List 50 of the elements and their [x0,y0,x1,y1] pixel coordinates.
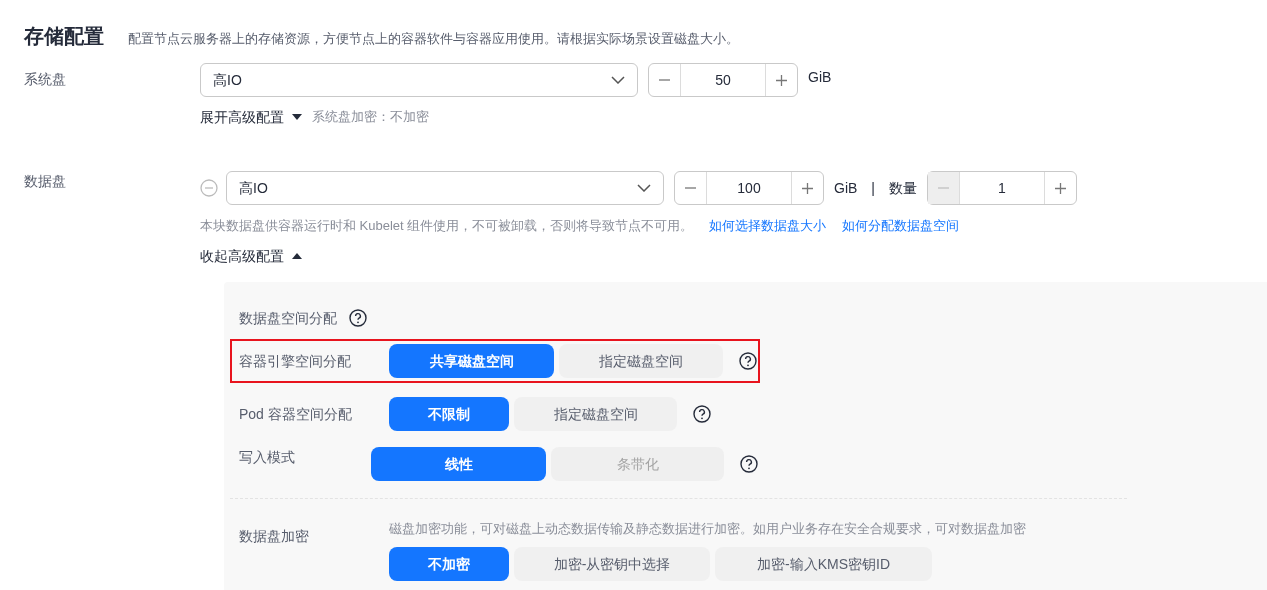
minus-icon [685,187,696,189]
minus-icon [659,79,670,81]
section-title: 存储配置 [24,24,104,49]
count-label: 数量 [889,179,917,198]
stepper-value: 100 [736,179,762,198]
field-label: 数据盘加密 [239,526,310,546]
advanced-toggle[interactable]: 收起高级配置 [200,245,1077,266]
encryption-note: 系统盘加密：不加密 [312,108,429,127]
separator: | [870,179,876,198]
help-icon[interactable] [693,404,711,423]
number-stepper[interactable]: 1 [927,171,1077,205]
number-stepper[interactable]: 100 [674,171,824,205]
plus-icon [776,74,787,86]
option-button[interactable]: 线性 [371,446,546,481]
plus-icon [1055,182,1066,194]
caret-up-icon [292,252,302,259]
option-button[interactable]: 加密-从密钥中选择 [514,547,710,581]
field-label: Pod 容器空间分配 [239,404,353,424]
advanced-toggle[interactable]: 展开高级配置 [200,107,302,127]
help-icon[interactable] [349,308,367,327]
field-label: 数据盘空间分配 [239,308,337,328]
help-icon[interactable] [739,351,757,370]
option-button[interactable]: 不限制 [389,396,509,431]
encryption-description: 磁盘加密功能，可对磁盘上动态数据传输及静态数据进行加密。如用户业务存在安全合规要求，可对数据盘加密 [389,519,1026,538]
chevron-down-icon [611,76,625,84]
field-label: 系统盘 [23,70,67,89]
field-label: 写入模式 [239,447,296,467]
remove-circle-icon[interactable] [200,179,218,197]
option-button[interactable]: 不加密 [389,547,509,581]
number-stepper[interactable]: 50 [648,63,798,97]
field-label: 容器引擎空间分配 [239,351,352,371]
disk-type-select[interactable]: 高IO [200,63,638,97]
stepper-value: 1 [997,179,1007,198]
section-description: 配置节点云服务器上的存储资源，方便节点上的容器软件与容器应用使用。请根据实际场景设置磁盘大小。 [128,30,739,48]
help-link[interactable]: 如何选择数据盘大小 [709,216,827,236]
disk-type-select[interactable]: 高IO [226,171,664,205]
option-button[interactable]: 指定磁盘空间 [559,343,723,378]
unit-label: GiB [808,68,832,87]
chevron-down-icon [637,184,651,192]
option-button[interactable]: 共享磁盘空间 [389,343,554,378]
option-button[interactable]: 指定磁盘空间 [514,396,677,431]
stepper-value: 50 [714,71,732,90]
data-disk-note: 本块数据盘供容器运行时和 Kubelet 组件使用，不可被卸载，否则将导致节点不可用。 [200,217,694,235]
option-button[interactable]: 加密-输入KMS密钥ID [715,547,932,581]
help-link[interactable]: 如何分配数据盘空间 [842,216,960,236]
unit-label: GiB [834,179,858,198]
field-label: 数据盘 [23,172,67,191]
caret-down-icon [292,114,302,120]
plus-icon [802,182,813,194]
help-icon[interactable] [740,454,758,473]
